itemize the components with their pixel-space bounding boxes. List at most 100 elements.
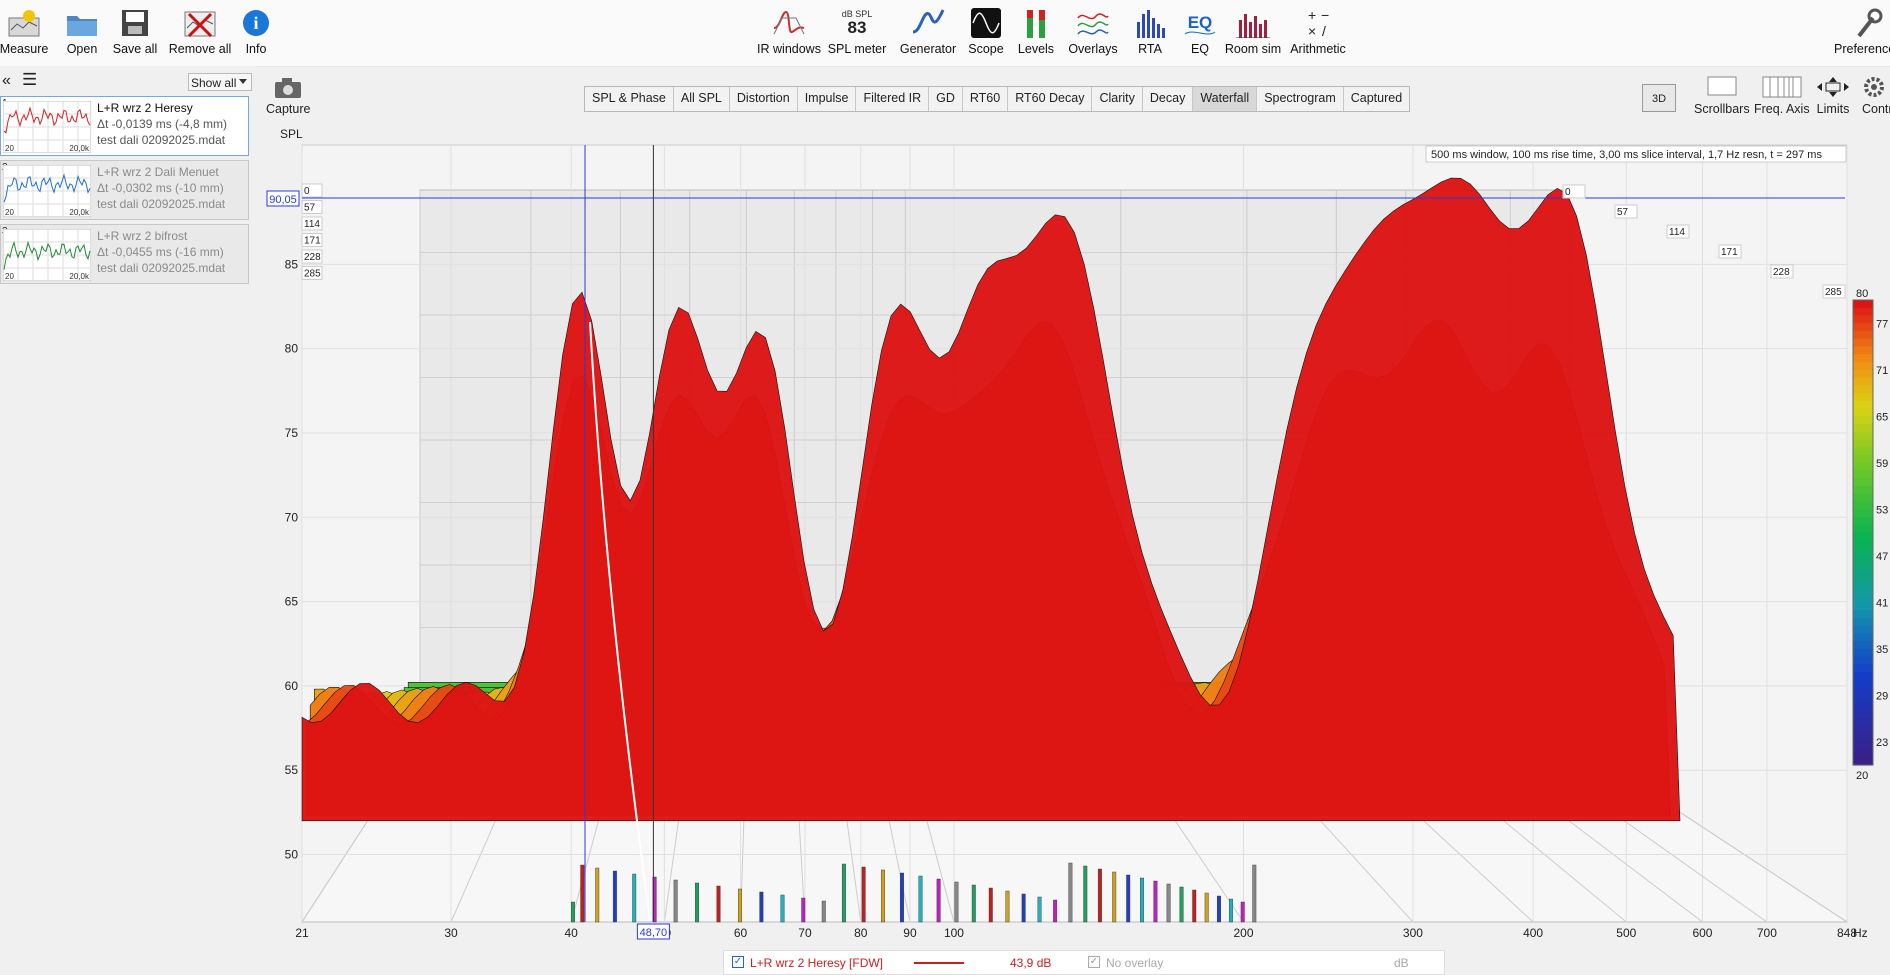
peak-marker-bar — [954, 881, 959, 923]
colorbar-segment — [1853, 501, 1873, 510]
peak-marker-bar — [988, 887, 993, 923]
peak-marker-bar — [1005, 890, 1010, 923]
y-tick-label: 80 — [285, 342, 299, 356]
colorbar-segment — [1853, 718, 1873, 727]
trace-checkbox[interactable]: ✓ — [732, 956, 744, 968]
colorbar-segment — [1853, 571, 1873, 580]
colorbar-segment — [1853, 517, 1873, 526]
peak-marker-bar — [841, 863, 846, 923]
colorbar-segment — [1853, 408, 1873, 417]
colorbar-tick-label: 65 — [1876, 411, 1888, 423]
y-axis-label: SPL — [280, 127, 303, 141]
peak-marker-bar — [1192, 889, 1197, 923]
colorbar-segment — [1853, 323, 1873, 332]
time-tick-label-left: 228 — [304, 252, 321, 263]
peak-marker-bar — [1083, 865, 1088, 923]
colorbar-segment — [1853, 749, 1873, 758]
time-tick-label-left: 0 — [304, 186, 310, 197]
colorbar-segment — [1853, 338, 1873, 348]
peak-marker-bar — [673, 879, 678, 923]
colorbar-segment — [1853, 346, 1873, 355]
x-tick-label: 400 — [1523, 926, 1543, 940]
y-tick-label: 55 — [285, 763, 299, 777]
x-tick-label: 90 — [903, 926, 917, 940]
overlay-label: No overlay — [1106, 956, 1164, 970]
colorbar-segment — [1853, 532, 1873, 541]
x-tick-label: 500 — [1616, 926, 1636, 940]
colorbar-segment — [1853, 648, 1873, 658]
colorbar-tick-label: 35 — [1876, 644, 1888, 656]
y-tick-label: 60 — [285, 679, 299, 693]
colorbar-segment — [1853, 493, 1873, 503]
y-tick-label: 50 — [285, 848, 299, 862]
colorbar-segment — [1853, 509, 1873, 518]
x-tick-label: 700 — [1757, 926, 1777, 940]
colorbar-segment — [1853, 331, 1873, 340]
legend-value: 43,9 dB — [1010, 956, 1052, 970]
x-tick-label: 80 — [854, 926, 868, 940]
colorbar-segment — [1853, 625, 1873, 634]
colorbar-segment — [1853, 307, 1873, 317]
peak-marker-bar — [861, 866, 866, 923]
peak-marker-bar — [881, 869, 885, 923]
peak-marker-bar — [1166, 883, 1171, 923]
window-info-text: 500 ms window, 100 ms rise time, 3,00 ms… — [1431, 149, 1822, 161]
y-tick-label: 75 — [285, 426, 299, 440]
colorbar-segment — [1853, 393, 1873, 402]
colorbar-segment — [1853, 555, 1873, 565]
colorbar-segment — [1853, 741, 1873, 751]
peak-marker-bar — [612, 870, 617, 923]
waterfall-plot[interactable]: 5055606570758085213040506070809010020030… — [0, 0, 1890, 975]
peak-marker-bar — [1179, 886, 1184, 923]
colorbar-segment — [1853, 679, 1873, 689]
colorbar-segment — [1853, 300, 1873, 309]
time-tick-label-left: 171 — [304, 236, 321, 247]
colorbar-segment — [1853, 470, 1873, 479]
colorbar-segment — [1853, 524, 1873, 534]
peak-marker-bar — [936, 878, 941, 923]
colorbar-segment — [1853, 369, 1873, 379]
colorbar-segment — [1853, 594, 1873, 603]
x-tick-label: 30 — [444, 926, 458, 940]
legend-bar: ✓ L+R wrz 2 Heresy [FDW] 43,9 dB ✓ No ov… — [723, 950, 1445, 975]
peak-marker-bar — [1037, 896, 1042, 923]
colorbar-segment — [1853, 641, 1873, 650]
peak-marker-bar — [759, 891, 764, 923]
x-tick-label: 70 — [798, 926, 812, 940]
colorbar-segment — [1853, 563, 1873, 572]
colorbar-segment — [1853, 548, 1873, 557]
colorbar-segment — [1853, 664, 1873, 673]
colorbar-segment — [1853, 447, 1873, 456]
colorbar-tick-label: 41 — [1876, 597, 1888, 609]
colorbar-tick-label: 80 — [1856, 288, 1868, 300]
peak-marker-bar — [716, 885, 721, 923]
colorbar-segment — [1853, 354, 1873, 363]
legend-trace-name: L+R wrz 2 Heresy [FDW] — [750, 956, 884, 970]
overlay-checkbox[interactable]: ✓ — [1088, 956, 1100, 968]
peak-marker-bar — [918, 875, 923, 923]
x-tick-label: 300 — [1403, 926, 1423, 940]
colorbar-segment — [1853, 656, 1873, 665]
time-tick-label-right: 171 — [1721, 247, 1738, 258]
x-unit-label: Hz — [1853, 926, 1868, 940]
peak-marker-bar — [1021, 893, 1026, 923]
colorbar-tick-label: 29 — [1876, 690, 1888, 702]
colorbar-segment — [1853, 377, 1873, 386]
colorbar-segment — [1853, 416, 1873, 425]
colorbar-segment — [1853, 439, 1873, 448]
spl-cursor-value: 90,05 — [269, 194, 297, 206]
time-tick-label-left: 57 — [304, 203, 316, 214]
x-tick-label: 600 — [1692, 926, 1712, 940]
peak-marker-bar — [801, 897, 806, 923]
peak-marker-bar — [1126, 874, 1131, 923]
peak-marker-bar — [1068, 862, 1073, 923]
colorbar-segment — [1853, 424, 1873, 433]
time-tick-label-right: 285 — [1825, 287, 1842, 298]
peak-marker-bar — [899, 872, 904, 923]
colorbar-tick-label: 53 — [1876, 504, 1888, 516]
colorbar-tick-label: 71 — [1876, 365, 1888, 377]
peak-marker-bar — [1240, 901, 1245, 923]
peak-marker-bar — [595, 867, 600, 923]
colorbar-segment — [1853, 315, 1873, 324]
peak-marker-bar — [971, 884, 976, 923]
